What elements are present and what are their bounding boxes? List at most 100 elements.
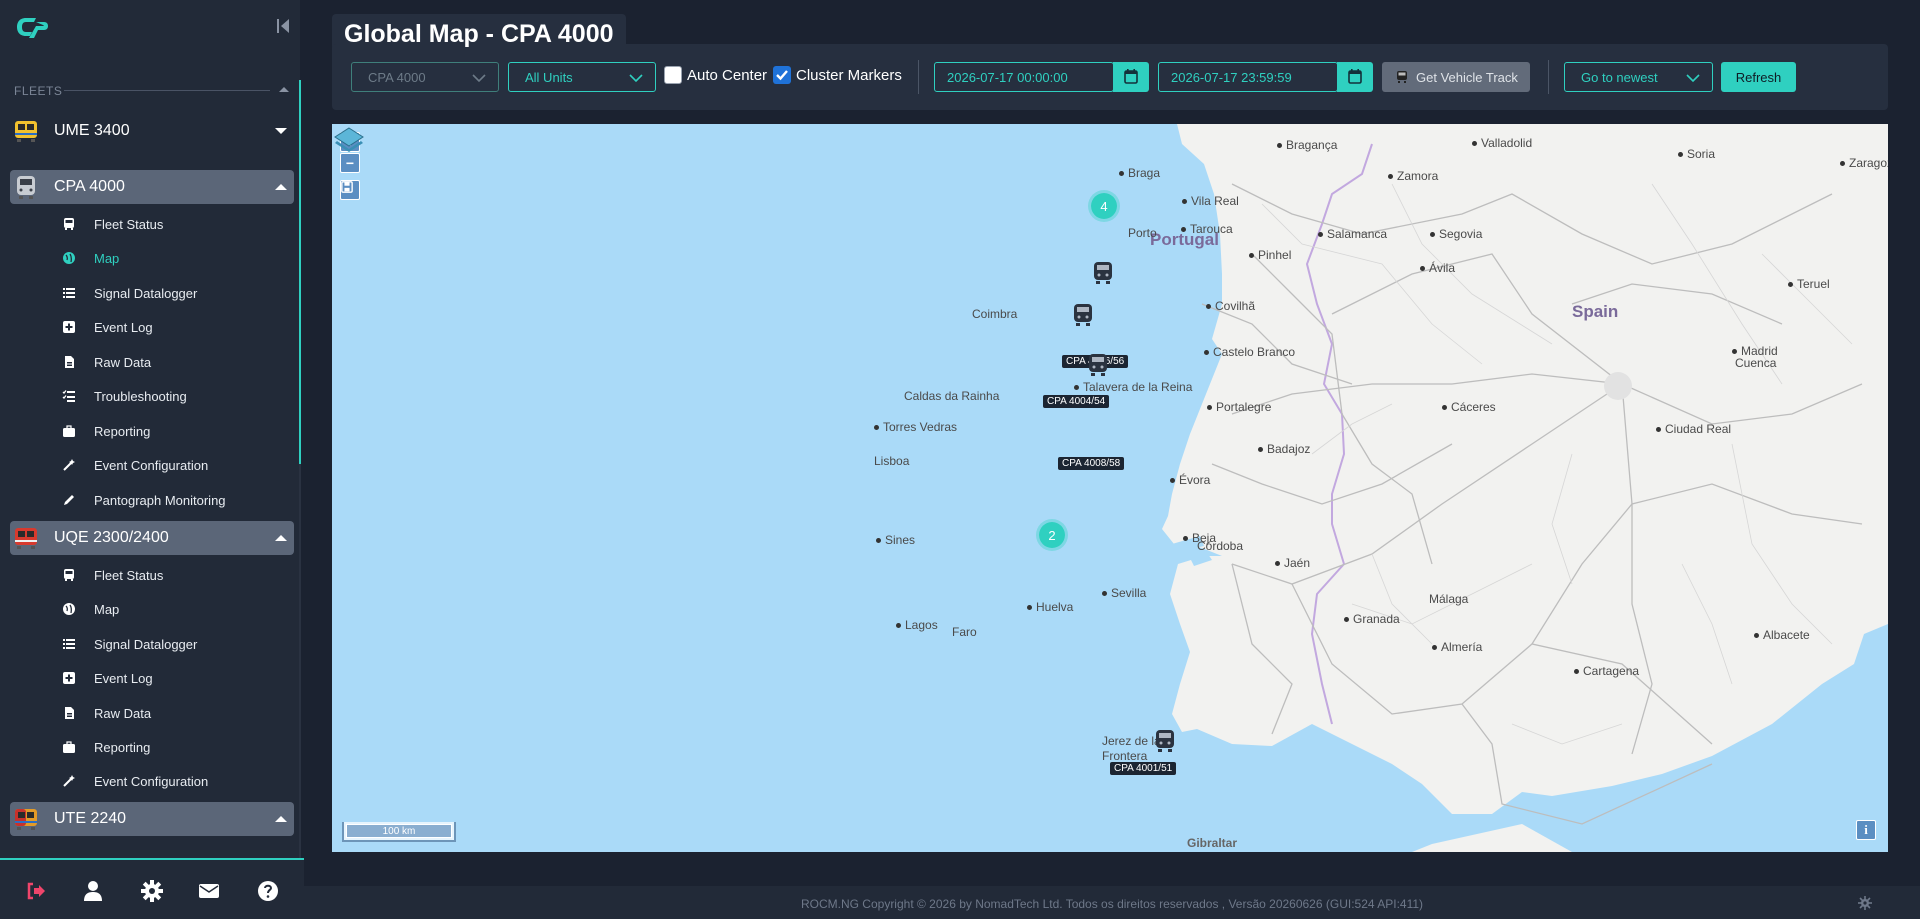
vehicle-label[interactable]: CPA 4004/54 bbox=[1043, 395, 1110, 408]
settings-small-icon[interactable] bbox=[1858, 896, 1872, 910]
menu-troubleshooting[interactable]: Troubleshooting bbox=[62, 385, 187, 407]
place-name: Bragança bbox=[1286, 138, 1338, 152]
place-name: Salamanca bbox=[1327, 227, 1388, 241]
menu-label: Reporting bbox=[94, 739, 151, 755]
auto-center-label[interactable]: Auto Center bbox=[687, 67, 767, 84]
refresh-button[interactable]: Refresh bbox=[1721, 62, 1796, 92]
menu-reporting[interactable]: Reporting bbox=[62, 420, 150, 442]
date-to-calendar-button[interactable] bbox=[1337, 62, 1373, 92]
train-marker-icon[interactable] bbox=[1091, 260, 1115, 286]
get-vehicle-track-label: Get Vehicle Track bbox=[1416, 69, 1518, 85]
fleet-cpa-4000[interactable]: CPA 4000 bbox=[10, 170, 294, 204]
chevron-down-icon bbox=[629, 74, 643, 83]
place-label: Zamora bbox=[1388, 169, 1438, 183]
train-marker-icon[interactable] bbox=[1071, 302, 1095, 328]
place-label: Covilhã bbox=[1206, 299, 1255, 313]
help-icon[interactable] bbox=[257, 880, 279, 902]
place-label: Córdoba bbox=[1197, 539, 1243, 553]
place-name: Faro bbox=[952, 625, 977, 639]
list-icon bbox=[63, 639, 75, 649]
briefcase-icon bbox=[63, 425, 75, 437]
place-label: Jaén bbox=[1275, 556, 1310, 570]
date-from-input[interactable]: 2026-07-17 00:00:00 bbox=[934, 62, 1114, 92]
train-marker-icon[interactable] bbox=[1086, 352, 1110, 378]
logout-icon[interactable] bbox=[25, 880, 47, 902]
vehicle-label[interactable]: CPA 4001/51 bbox=[1110, 762, 1177, 775]
fleet-ute-2240[interactable]: UTE 2240 bbox=[10, 802, 294, 836]
fleet-name: UME 3400 bbox=[54, 122, 130, 139]
magic-wand-icon bbox=[63, 775, 75, 787]
units-select[interactable]: All Units bbox=[508, 62, 656, 92]
map-cluster-marker[interactable]: 2 bbox=[1036, 519, 1068, 551]
cluster-markers-checkbox[interactable] bbox=[773, 66, 791, 84]
cluster-markers-label[interactable]: Cluster Markers bbox=[796, 67, 902, 84]
menu-label: Event Log bbox=[94, 670, 153, 686]
train-yellow-icon bbox=[15, 121, 37, 142]
menu-event-log[interactable]: Event Log bbox=[62, 667, 153, 689]
menu-reporting[interactable]: Reporting bbox=[62, 736, 150, 758]
train-silver-icon bbox=[17, 176, 35, 199]
place-name: Torres Vedras bbox=[883, 420, 958, 434]
toolbar-divider bbox=[918, 60, 919, 94]
place-name: Málaga bbox=[1429, 592, 1469, 606]
chevron-up-icon[interactable] bbox=[274, 814, 288, 824]
get-vehicle-track-button[interactable]: Get Vehicle Track bbox=[1382, 62, 1530, 92]
map-cluster-marker[interactable]: 4 bbox=[1088, 190, 1120, 222]
train-marker-icon[interactable] bbox=[1153, 728, 1177, 754]
sidebar-scrollbar-thumb[interactable] bbox=[299, 80, 301, 464]
chevron-up-icon[interactable] bbox=[274, 182, 288, 192]
scale-bar-label: 100 km bbox=[346, 824, 452, 838]
menu-event-configuration[interactable]: Event Configuration bbox=[62, 454, 208, 476]
menu-signal-datalogger[interactable]: Signal Datalogger bbox=[62, 282, 197, 304]
date-from-value: 2026-07-17 00:00:00 bbox=[947, 69, 1068, 85]
vehicle-label[interactable]: CPA 4008/58 bbox=[1058, 457, 1125, 470]
toolbar-divider bbox=[1548, 60, 1549, 94]
date-to-input[interactable]: 2026-07-17 23:59:59 bbox=[1158, 62, 1338, 92]
cp-logo-icon[interactable] bbox=[14, 14, 54, 40]
menu-raw-data[interactable]: Raw Data bbox=[62, 351, 151, 373]
menu-fleet-status[interactable]: Fleet Status bbox=[62, 213, 163, 235]
chevron-up-icon[interactable] bbox=[278, 84, 290, 94]
chevron-up-icon[interactable] bbox=[274, 533, 288, 543]
gear-icon[interactable] bbox=[141, 880, 163, 902]
sidebar-scrollbar-track[interactable] bbox=[299, 464, 301, 864]
chevron-down-icon bbox=[472, 74, 486, 83]
user-icon[interactable] bbox=[82, 880, 104, 902]
menu-label: Raw Data bbox=[94, 354, 152, 370]
menu-event-configuration[interactable]: Event Configuration bbox=[62, 770, 208, 792]
collapse-sidebar-icon[interactable] bbox=[276, 18, 290, 34]
place-label: Gibraltar bbox=[1187, 836, 1237, 850]
place-label: Castelo Branco bbox=[1204, 345, 1295, 359]
fleet-uqe-2300-2400[interactable]: UQE 2300/2400 bbox=[10, 521, 294, 555]
layers-icon[interactable] bbox=[332, 124, 366, 158]
chevron-down-icon[interactable] bbox=[274, 126, 288, 136]
place-name: Sevilla bbox=[1111, 586, 1147, 600]
menu-map[interactable]: Map bbox=[62, 247, 119, 269]
goto-select[interactable]: Go to newest bbox=[1564, 62, 1713, 92]
menu-fleet-status[interactable]: Fleet Status bbox=[62, 564, 163, 586]
place-label: Lisboa bbox=[874, 454, 909, 468]
place-label: Cáceres bbox=[1442, 400, 1496, 414]
auto-center-checkbox[interactable] bbox=[664, 66, 682, 84]
envelope-icon[interactable] bbox=[198, 880, 220, 902]
map-info-button[interactable]: i bbox=[1856, 820, 1876, 840]
place-name: Vila Real bbox=[1191, 194, 1239, 208]
map-view[interactable]: + − Portugal Spain Bragança Braga Vila R… bbox=[332, 124, 1888, 852]
place-name: Évora bbox=[1179, 473, 1211, 487]
menu-event-log[interactable]: Event Log bbox=[62, 316, 153, 338]
place-label: Vila Real bbox=[1182, 194, 1239, 208]
menu-label: Event Log bbox=[94, 319, 153, 335]
place-label: Sevilla bbox=[1102, 586, 1146, 600]
menu-raw-data[interactable]: Raw Data bbox=[62, 702, 151, 724]
place-name: Caldas da Rainha bbox=[904, 389, 1000, 403]
date-from-calendar-button[interactable] bbox=[1113, 62, 1149, 92]
place-name: Portalegre bbox=[1216, 400, 1272, 414]
menu-pantograph-monitoring[interactable]: Pantograph Monitoring bbox=[62, 489, 226, 511]
menu-map[interactable]: Map bbox=[62, 598, 119, 620]
save-map-button[interactable] bbox=[340, 180, 360, 200]
train-icon bbox=[1397, 71, 1407, 83]
fleet-ume-3400[interactable]: UME 3400 bbox=[10, 114, 294, 148]
menu-label: Event Configuration bbox=[94, 457, 209, 473]
fleet-select[interactable]: CPA 4000 bbox=[351, 62, 499, 92]
menu-signal-datalogger[interactable]: Signal Datalogger bbox=[62, 633, 197, 655]
